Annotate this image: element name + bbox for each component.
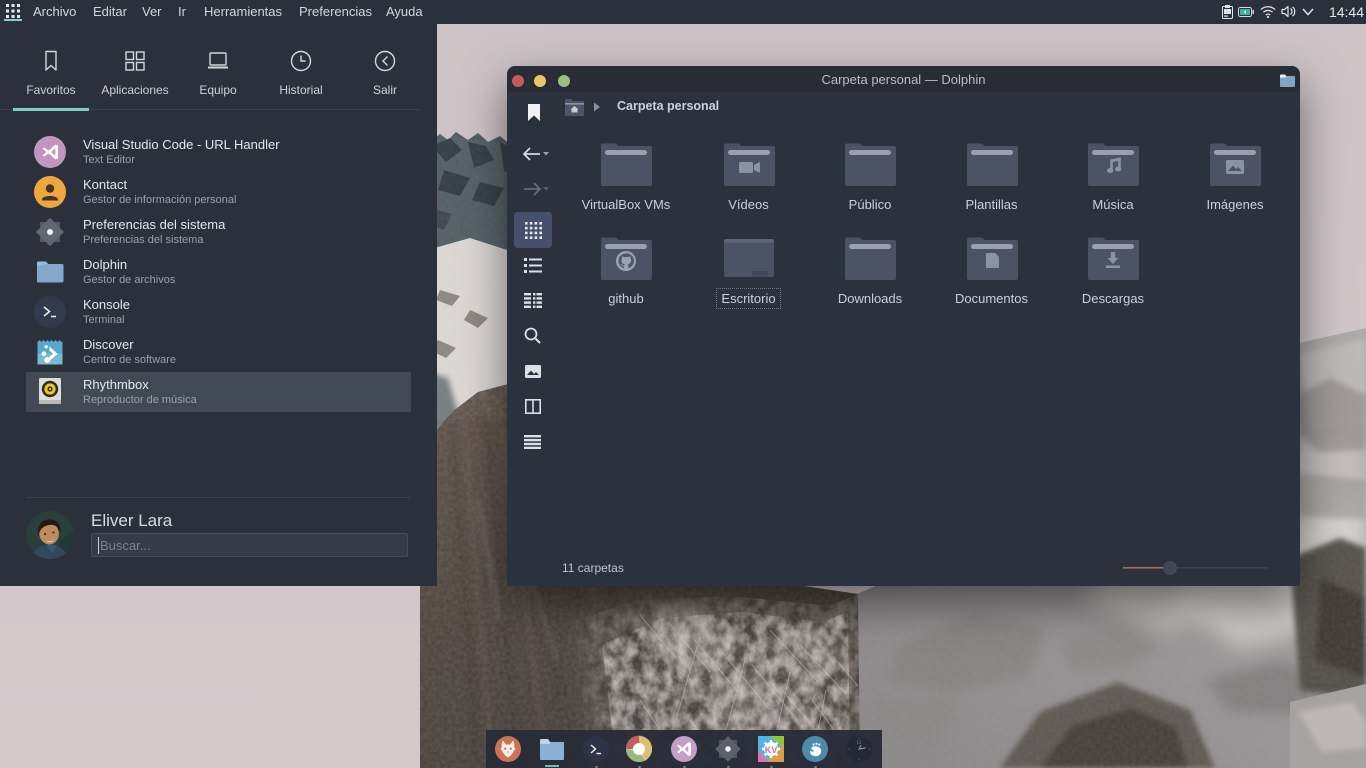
svg-text:12: 12 [856, 740, 862, 745]
svg-text:KV: KV [765, 745, 778, 755]
